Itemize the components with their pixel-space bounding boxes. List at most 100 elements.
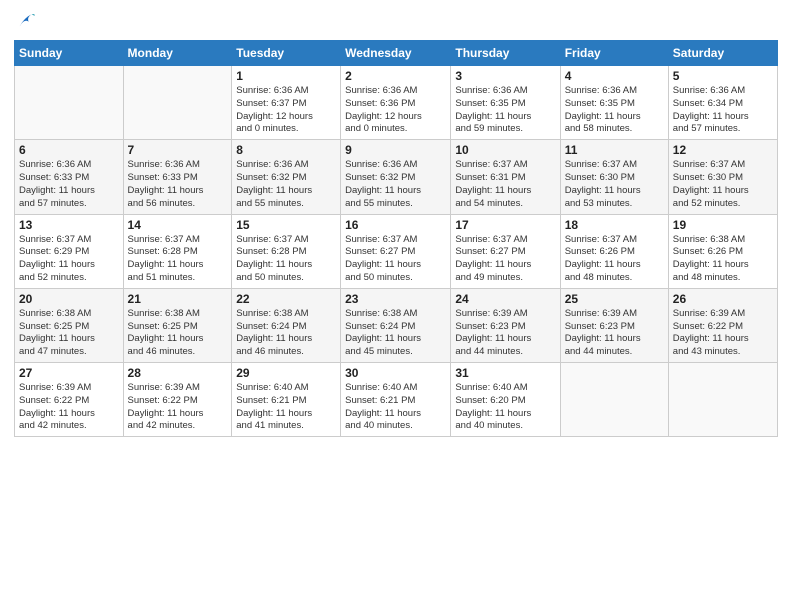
day-number: 18 bbox=[565, 218, 664, 232]
day-number: 15 bbox=[236, 218, 336, 232]
day-info: Sunrise: 6:36 AM Sunset: 6:33 PM Dayligh… bbox=[19, 159, 119, 210]
calendar-cell: 1 Sunrise: 6:36 AM Sunset: 6:37 PM Daylig… bbox=[232, 66, 341, 140]
day-number: 2 bbox=[345, 69, 446, 83]
calendar-cell: 3Sunrise: 6:36 AM Sunset: 6:35 PM Daylig… bbox=[451, 66, 560, 140]
calendar-cell: 15 Sunrise: 6:37 AM Sunset: 6:28 PM Dayli… bbox=[232, 214, 341, 288]
day-info: Sunrise: 6:37 AM Sunset: 6:30 PM Dayligh… bbox=[565, 159, 664, 210]
day-info: Sunrise: 6:38 AM Sunset: 6:25 PM Dayligh… bbox=[128, 308, 228, 359]
calendar-cell: 4 Sunrise: 6:36 AM Sunset: 6:35 PM Daylig… bbox=[560, 66, 668, 140]
calendar-cell: 6 Sunrise: 6:36 AM Sunset: 6:33 PM Daylig… bbox=[15, 140, 124, 214]
day-info: Sunrise: 6:36 AM Sunset: 6:34 PM Dayligh… bbox=[673, 85, 773, 136]
calendar-cell: 5 Sunrise: 6:36 AM Sunset: 6:34 PM Daylig… bbox=[668, 66, 777, 140]
day-number: 19 bbox=[673, 218, 773, 232]
day-info: Sunrise: 6:36 AM Sunset: 6:33 PM Dayligh… bbox=[128, 159, 228, 210]
day-number: 27 bbox=[19, 366, 119, 380]
day-info: Sunrise: 6:39 AM Sunset: 6:23 PM Dayligh… bbox=[455, 308, 555, 359]
day-info: Sunrise: 6:37 AM Sunset: 6:29 PM Dayligh… bbox=[19, 234, 119, 285]
calendar-cell: 7 Sunrise: 6:36 AM Sunset: 6:33 PM Daylig… bbox=[123, 140, 232, 214]
calendar-cell: 19Sunrise: 6:38 AM Sunset: 6:26 PM Dayli… bbox=[668, 214, 777, 288]
calendar-cell: 21Sunrise: 6:38 AM Sunset: 6:25 PM Dayli… bbox=[123, 288, 232, 362]
day-number: 22 bbox=[236, 292, 336, 306]
calendar-week-3: 13 Sunrise: 6:37 AM Sunset: 6:29 PM Dayli… bbox=[15, 214, 778, 288]
day-number: 14 bbox=[128, 218, 228, 232]
calendar-cell: 18 Sunrise: 6:37 AM Sunset: 6:26 PM Dayli… bbox=[560, 214, 668, 288]
calendar-cell: 26 Sunrise: 6:39 AM Sunset: 6:22 PM Dayli… bbox=[668, 288, 777, 362]
page-header bbox=[14, 10, 778, 32]
day-info: Sunrise: 6:39 AM Sunset: 6:22 PM Dayligh… bbox=[128, 382, 228, 433]
day-info: Sunrise: 6:38 AM Sunset: 6:25 PM Dayligh… bbox=[19, 308, 119, 359]
day-number: 3 bbox=[455, 69, 555, 83]
day-info: Sunrise: 6:37 AM Sunset: 6:28 PM Dayligh… bbox=[236, 234, 336, 285]
weekday-header-sunday: Sunday bbox=[15, 41, 124, 66]
calendar-cell: 20 Sunrise: 6:38 AM Sunset: 6:25 PM Dayli… bbox=[15, 288, 124, 362]
day-info: Sunrise: 6:37 AM Sunset: 6:26 PM Dayligh… bbox=[565, 234, 664, 285]
calendar-cell: 17 Sunrise: 6:37 AM Sunset: 6:27 PM Dayli… bbox=[451, 214, 560, 288]
day-number: 5 bbox=[673, 69, 773, 83]
weekday-header-saturday: Saturday bbox=[668, 41, 777, 66]
weekday-header-friday: Friday bbox=[560, 41, 668, 66]
day-info: Sunrise: 6:40 AM Sunset: 6:21 PM Dayligh… bbox=[236, 382, 336, 433]
day-number: 20 bbox=[19, 292, 119, 306]
day-number: 23 bbox=[345, 292, 446, 306]
day-info: Sunrise: 6:38 AM Sunset: 6:24 PM Dayligh… bbox=[345, 308, 446, 359]
day-number: 26 bbox=[673, 292, 773, 306]
calendar-cell: 25Sunrise: 6:39 AM Sunset: 6:23 PM Dayli… bbox=[560, 288, 668, 362]
calendar-cell: 27 Sunrise: 6:39 AM Sunset: 6:22 PM Dayli… bbox=[15, 363, 124, 437]
calendar-cell: 28 Sunrise: 6:39 AM Sunset: 6:22 PM Dayli… bbox=[123, 363, 232, 437]
day-info: Sunrise: 6:36 AM Sunset: 6:36 PM Dayligh… bbox=[345, 85, 446, 136]
weekday-header-row: SundayMondayTuesdayWednesdayThursdayFrid… bbox=[15, 41, 778, 66]
day-number: 29 bbox=[236, 366, 336, 380]
day-number: 1 bbox=[236, 69, 336, 83]
day-number: 17 bbox=[455, 218, 555, 232]
day-number: 9 bbox=[345, 143, 446, 157]
day-info: Sunrise: 6:37 AM Sunset: 6:31 PM Dayligh… bbox=[455, 159, 555, 210]
day-number: 13 bbox=[19, 218, 119, 232]
day-number: 4 bbox=[565, 69, 664, 83]
calendar-cell: 24 Sunrise: 6:39 AM Sunset: 6:23 PM Dayli… bbox=[451, 288, 560, 362]
calendar-week-2: 6 Sunrise: 6:36 AM Sunset: 6:33 PM Daylig… bbox=[15, 140, 778, 214]
calendar-cell bbox=[15, 66, 124, 140]
day-info: Sunrise: 6:36 AM Sunset: 6:37 PM Dayligh… bbox=[236, 85, 336, 136]
calendar-week-5: 27 Sunrise: 6:39 AM Sunset: 6:22 PM Dayli… bbox=[15, 363, 778, 437]
calendar-cell bbox=[123, 66, 232, 140]
day-info: Sunrise: 6:36 AM Sunset: 6:32 PM Dayligh… bbox=[236, 159, 336, 210]
weekday-header-thursday: Thursday bbox=[451, 41, 560, 66]
logo-bird-icon bbox=[14, 10, 36, 32]
day-info: Sunrise: 6:39 AM Sunset: 6:22 PM Dayligh… bbox=[673, 308, 773, 359]
day-info: Sunrise: 6:38 AM Sunset: 6:24 PM Dayligh… bbox=[236, 308, 336, 359]
weekday-header-tuesday: Tuesday bbox=[232, 41, 341, 66]
day-number: 31 bbox=[455, 366, 555, 380]
day-info: Sunrise: 6:37 AM Sunset: 6:27 PM Dayligh… bbox=[455, 234, 555, 285]
calendar-cell: 13 Sunrise: 6:37 AM Sunset: 6:29 PM Dayli… bbox=[15, 214, 124, 288]
calendar-cell bbox=[560, 363, 668, 437]
day-number: 8 bbox=[236, 143, 336, 157]
day-info: Sunrise: 6:37 AM Sunset: 6:30 PM Dayligh… bbox=[673, 159, 773, 210]
day-number: 7 bbox=[128, 143, 228, 157]
day-info: Sunrise: 6:40 AM Sunset: 6:20 PM Dayligh… bbox=[455, 382, 555, 433]
calendar-cell: 30Sunrise: 6:40 AM Sunset: 6:21 PM Dayli… bbox=[341, 363, 451, 437]
calendar-cell: 8 Sunrise: 6:36 AM Sunset: 6:32 PM Daylig… bbox=[232, 140, 341, 214]
calendar-cell: 10 Sunrise: 6:37 AM Sunset: 6:31 PM Dayli… bbox=[451, 140, 560, 214]
day-info: Sunrise: 6:37 AM Sunset: 6:27 PM Dayligh… bbox=[345, 234, 446, 285]
day-info: Sunrise: 6:37 AM Sunset: 6:28 PM Dayligh… bbox=[128, 234, 228, 285]
day-number: 28 bbox=[128, 366, 228, 380]
day-number: 11 bbox=[565, 143, 664, 157]
day-number: 12 bbox=[673, 143, 773, 157]
calendar-cell: 22 Sunrise: 6:38 AM Sunset: 6:24 PM Dayli… bbox=[232, 288, 341, 362]
calendar-cell: 11 Sunrise: 6:37 AM Sunset: 6:30 PM Dayli… bbox=[560, 140, 668, 214]
calendar-cell: 29 Sunrise: 6:40 AM Sunset: 6:21 PM Dayli… bbox=[232, 363, 341, 437]
day-number: 30 bbox=[345, 366, 446, 380]
day-info: Sunrise: 6:36 AM Sunset: 6:35 PM Dayligh… bbox=[565, 85, 664, 136]
day-number: 16 bbox=[345, 218, 446, 232]
day-number: 25 bbox=[565, 292, 664, 306]
calendar-cell: 2 Sunrise: 6:36 AM Sunset: 6:36 PM Daylig… bbox=[341, 66, 451, 140]
day-number: 10 bbox=[455, 143, 555, 157]
calendar-cell: 31 Sunrise: 6:40 AM Sunset: 6:20 PM Dayli… bbox=[451, 363, 560, 437]
day-number: 24 bbox=[455, 292, 555, 306]
day-number: 6 bbox=[19, 143, 119, 157]
calendar-week-4: 20 Sunrise: 6:38 AM Sunset: 6:25 PM Dayli… bbox=[15, 288, 778, 362]
day-info: Sunrise: 6:39 AM Sunset: 6:22 PM Dayligh… bbox=[19, 382, 119, 433]
calendar-cell bbox=[668, 363, 777, 437]
weekday-header-wednesday: Wednesday bbox=[341, 41, 451, 66]
weekday-header-monday: Monday bbox=[123, 41, 232, 66]
